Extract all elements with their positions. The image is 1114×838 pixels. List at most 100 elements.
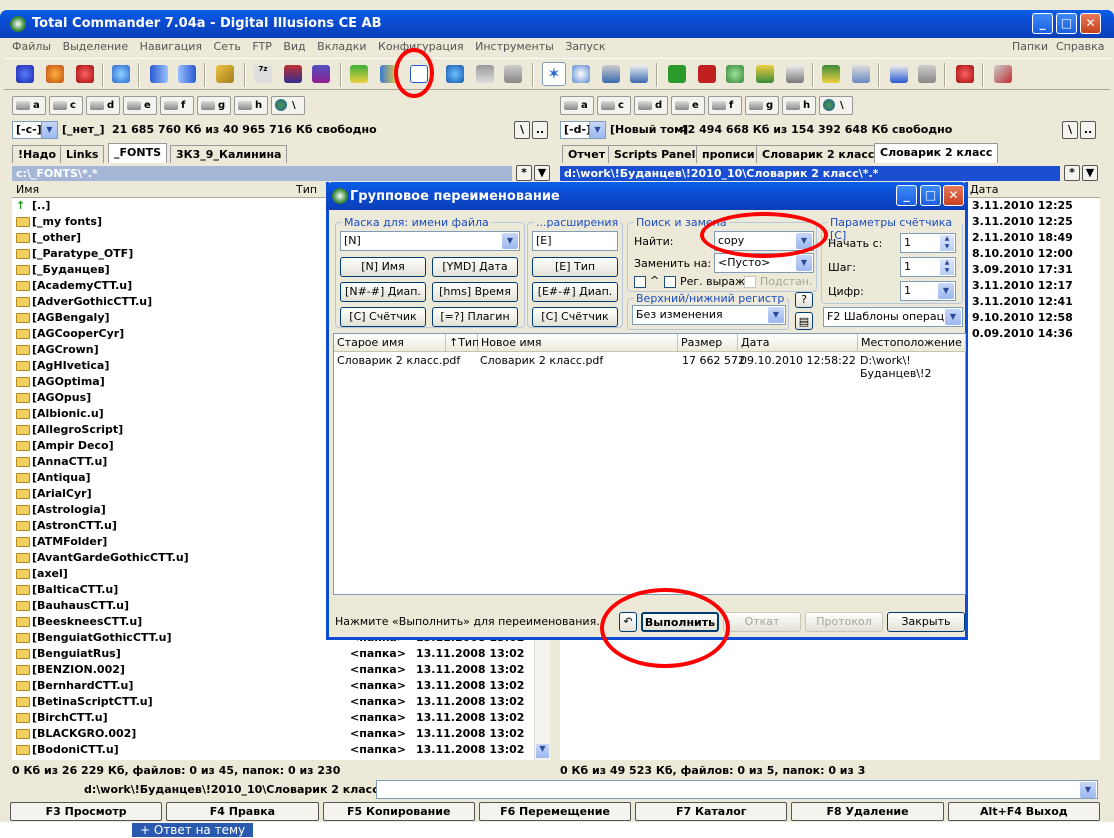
- log-button[interactable]: Протокол: [805, 612, 883, 632]
- col-date[interactable]: Дата: [970, 183, 998, 196]
- right-filter-button[interactable]: *: [1064, 165, 1080, 181]
- left-tab-4[interactable]: 3К3_9_Калинина: [170, 145, 288, 163]
- maximize-button[interactable]: □: [1056, 13, 1077, 34]
- spinner-icon[interactable]: ▲ ▼: [940, 259, 954, 275]
- left-drive-button[interactable]: h: [234, 96, 268, 115]
- drive-icon[interactable]: [918, 65, 936, 83]
- step-input[interactable]: 1 ▲ ▼: [900, 257, 956, 277]
- right-drive-button[interactable]: \: [819, 96, 853, 115]
- left-drive-button[interactable]: \: [271, 96, 305, 115]
- fkey-button-7[interactable]: Alt+F4 Выход: [947, 802, 1100, 821]
- ext-type-button[interactable]: [E] Тип: [532, 257, 618, 277]
- col-old-name[interactable]: Старое имя: [334, 334, 446, 352]
- paint-icon[interactable]: [956, 65, 974, 83]
- spinner-icon[interactable]: ▲ ▼: [940, 235, 954, 251]
- col-date[interactable]: Дата: [738, 334, 858, 352]
- ext-range-button[interactable]: [E#-#] Диап.: [532, 282, 618, 302]
- dialog-maximize-button[interactable]: □: [920, 185, 941, 206]
- right-drive-button[interactable]: c: [597, 96, 631, 115]
- right-root-button[interactable]: \: [1062, 121, 1078, 139]
- col-size[interactable]: Размер: [678, 334, 738, 352]
- view-icon[interactable]: [630, 65, 648, 83]
- gear-icon[interactable]: [76, 65, 94, 83]
- start-input[interactable]: 1 ▲ ▼: [900, 233, 956, 253]
- templates-select[interactable]: F2 Шаблоны операции ▼: [823, 307, 963, 327]
- right-history-button[interactable]: ▼: [1082, 165, 1098, 181]
- fkey-button-3[interactable]: F5 Копирование: [322, 802, 475, 821]
- pin-icon[interactable]: ✶: [542, 62, 566, 86]
- date-button[interactable]: [YMD] Дата: [432, 257, 518, 277]
- dialog-minimize-button[interactable]: _: [896, 185, 917, 206]
- right-drive-button[interactable]: g: [745, 96, 779, 115]
- list-item[interactable]: [BetinaScriptCTT.u] <папка> 13.11.2008 13:…: [12, 694, 534, 710]
- help-button[interactable]: ?: [795, 292, 813, 308]
- window-icon[interactable]: [890, 65, 908, 83]
- col-location[interactable]: Местоположение: [858, 334, 966, 352]
- left-drive-button[interactable]: f: [160, 96, 194, 115]
- right-drive-button[interactable]: e: [671, 96, 705, 115]
- close-button[interactable]: ✕: [1080, 13, 1101, 34]
- list-item[interactable]: [BernhardCTT.u] <папка> 13.11.2008 13:02: [12, 678, 534, 694]
- undo-button[interactable]: Откат: [723, 612, 801, 632]
- counter-button[interactable]: [C] Счётчик: [340, 307, 426, 327]
- left-tab-3[interactable]: _FONTS: [108, 143, 167, 163]
- calc-icon[interactable]: [504, 65, 522, 83]
- gear-icon[interactable]: [46, 65, 64, 83]
- list-item[interactable]: [BenguiatRus] <папка> 13.11.2008 13:02: [12, 646, 534, 662]
- fkey-button-5[interactable]: F7 Каталог: [635, 802, 788, 821]
- search-icon[interactable]: [572, 65, 590, 83]
- menu-folders[interactable]: Папки: [1012, 40, 1048, 53]
- zip-icon[interactable]: 7z: [254, 65, 272, 83]
- right-drive-combo[interactable]: [-d-] ▼: [560, 121, 606, 139]
- unpack-icon[interactable]: [312, 65, 330, 83]
- refresh-icon[interactable]: [112, 65, 130, 83]
- left-tab-2[interactable]: Links: [60, 145, 105, 163]
- plugin-button[interactable]: [=?] Плагин: [432, 307, 518, 327]
- menu-help[interactable]: Справка: [1056, 40, 1104, 53]
- mask-input[interactable]: [N] ▼: [340, 231, 520, 251]
- name-button[interactable]: [N] Имя: [340, 257, 426, 277]
- list-item[interactable]: [BLACKGRO.002] <папка> 13.11.2008 13:02: [12, 726, 534, 742]
- time-button[interactable]: [hms] Время: [432, 282, 518, 302]
- menu-nav[interactable]: Навигация: [140, 40, 202, 53]
- dialog-close-button[interactable]: ✕: [943, 185, 964, 206]
- left-filter-button[interactable]: *: [516, 165, 532, 181]
- digits-select[interactable]: 1 ▼: [900, 281, 956, 301]
- list-item[interactable]: [BENZION.002] <папка> 13.11.2008 13:02: [12, 662, 534, 678]
- right-drive-button[interactable]: d: [634, 96, 668, 115]
- regex-checkbox[interactable]: [664, 276, 676, 288]
- left-tab-1[interactable]: !Надо: [12, 145, 63, 163]
- menu-tabs[interactable]: Вкладки: [317, 40, 366, 53]
- right-tab-2[interactable]: Scripts Panel: [608, 145, 702, 163]
- forward-icon[interactable]: [178, 65, 196, 83]
- left-root-button[interactable]: \: [514, 121, 530, 139]
- tool-icon[interactable]: [822, 65, 840, 83]
- menu-tools[interactable]: Инструменты: [475, 40, 554, 53]
- sort-icon[interactable]: [350, 65, 368, 83]
- col-type[interactable]: ↑Тип: [446, 334, 479, 352]
- compare-icon[interactable]: [476, 65, 494, 83]
- cmd-input[interactable]: ▼: [376, 780, 1098, 799]
- image-icon[interactable]: [756, 65, 774, 83]
- book-red-icon[interactable]: [698, 65, 716, 83]
- left-drive-combo[interactable]: [-c-] ▼: [12, 121, 58, 139]
- caret-checkbox[interactable]: [634, 276, 646, 288]
- browser-icon[interactable]: [446, 65, 464, 83]
- case-select[interactable]: Без изменения ▼: [632, 305, 786, 325]
- archive-icon[interactable]: [284, 65, 302, 83]
- right-drive-button[interactable]: a: [560, 96, 594, 115]
- tree-icon[interactable]: [726, 65, 744, 83]
- wrench-icon[interactable]: [216, 65, 234, 83]
- left-up-button[interactable]: ..: [532, 121, 548, 139]
- left-drive-button[interactable]: g: [197, 96, 231, 115]
- notes-icon[interactable]: ▤: [795, 312, 813, 330]
- right-drive-button[interactable]: f: [708, 96, 742, 115]
- right-tab-1[interactable]: Отчет: [562, 145, 612, 163]
- copy-icon[interactable]: [602, 65, 620, 83]
- menu-net[interactable]: Сеть: [214, 40, 241, 53]
- right-tab-4[interactable]: Словарик 2 класс: [756, 145, 881, 163]
- col-type[interactable]: Тип: [296, 183, 317, 196]
- scroll-down-icon[interactable]: ▼: [536, 744, 549, 758]
- list-item[interactable]: [BodoniCTT.u] <папка> 13.11.2008 13:02: [12, 742, 534, 758]
- network-icon[interactable]: [852, 65, 870, 83]
